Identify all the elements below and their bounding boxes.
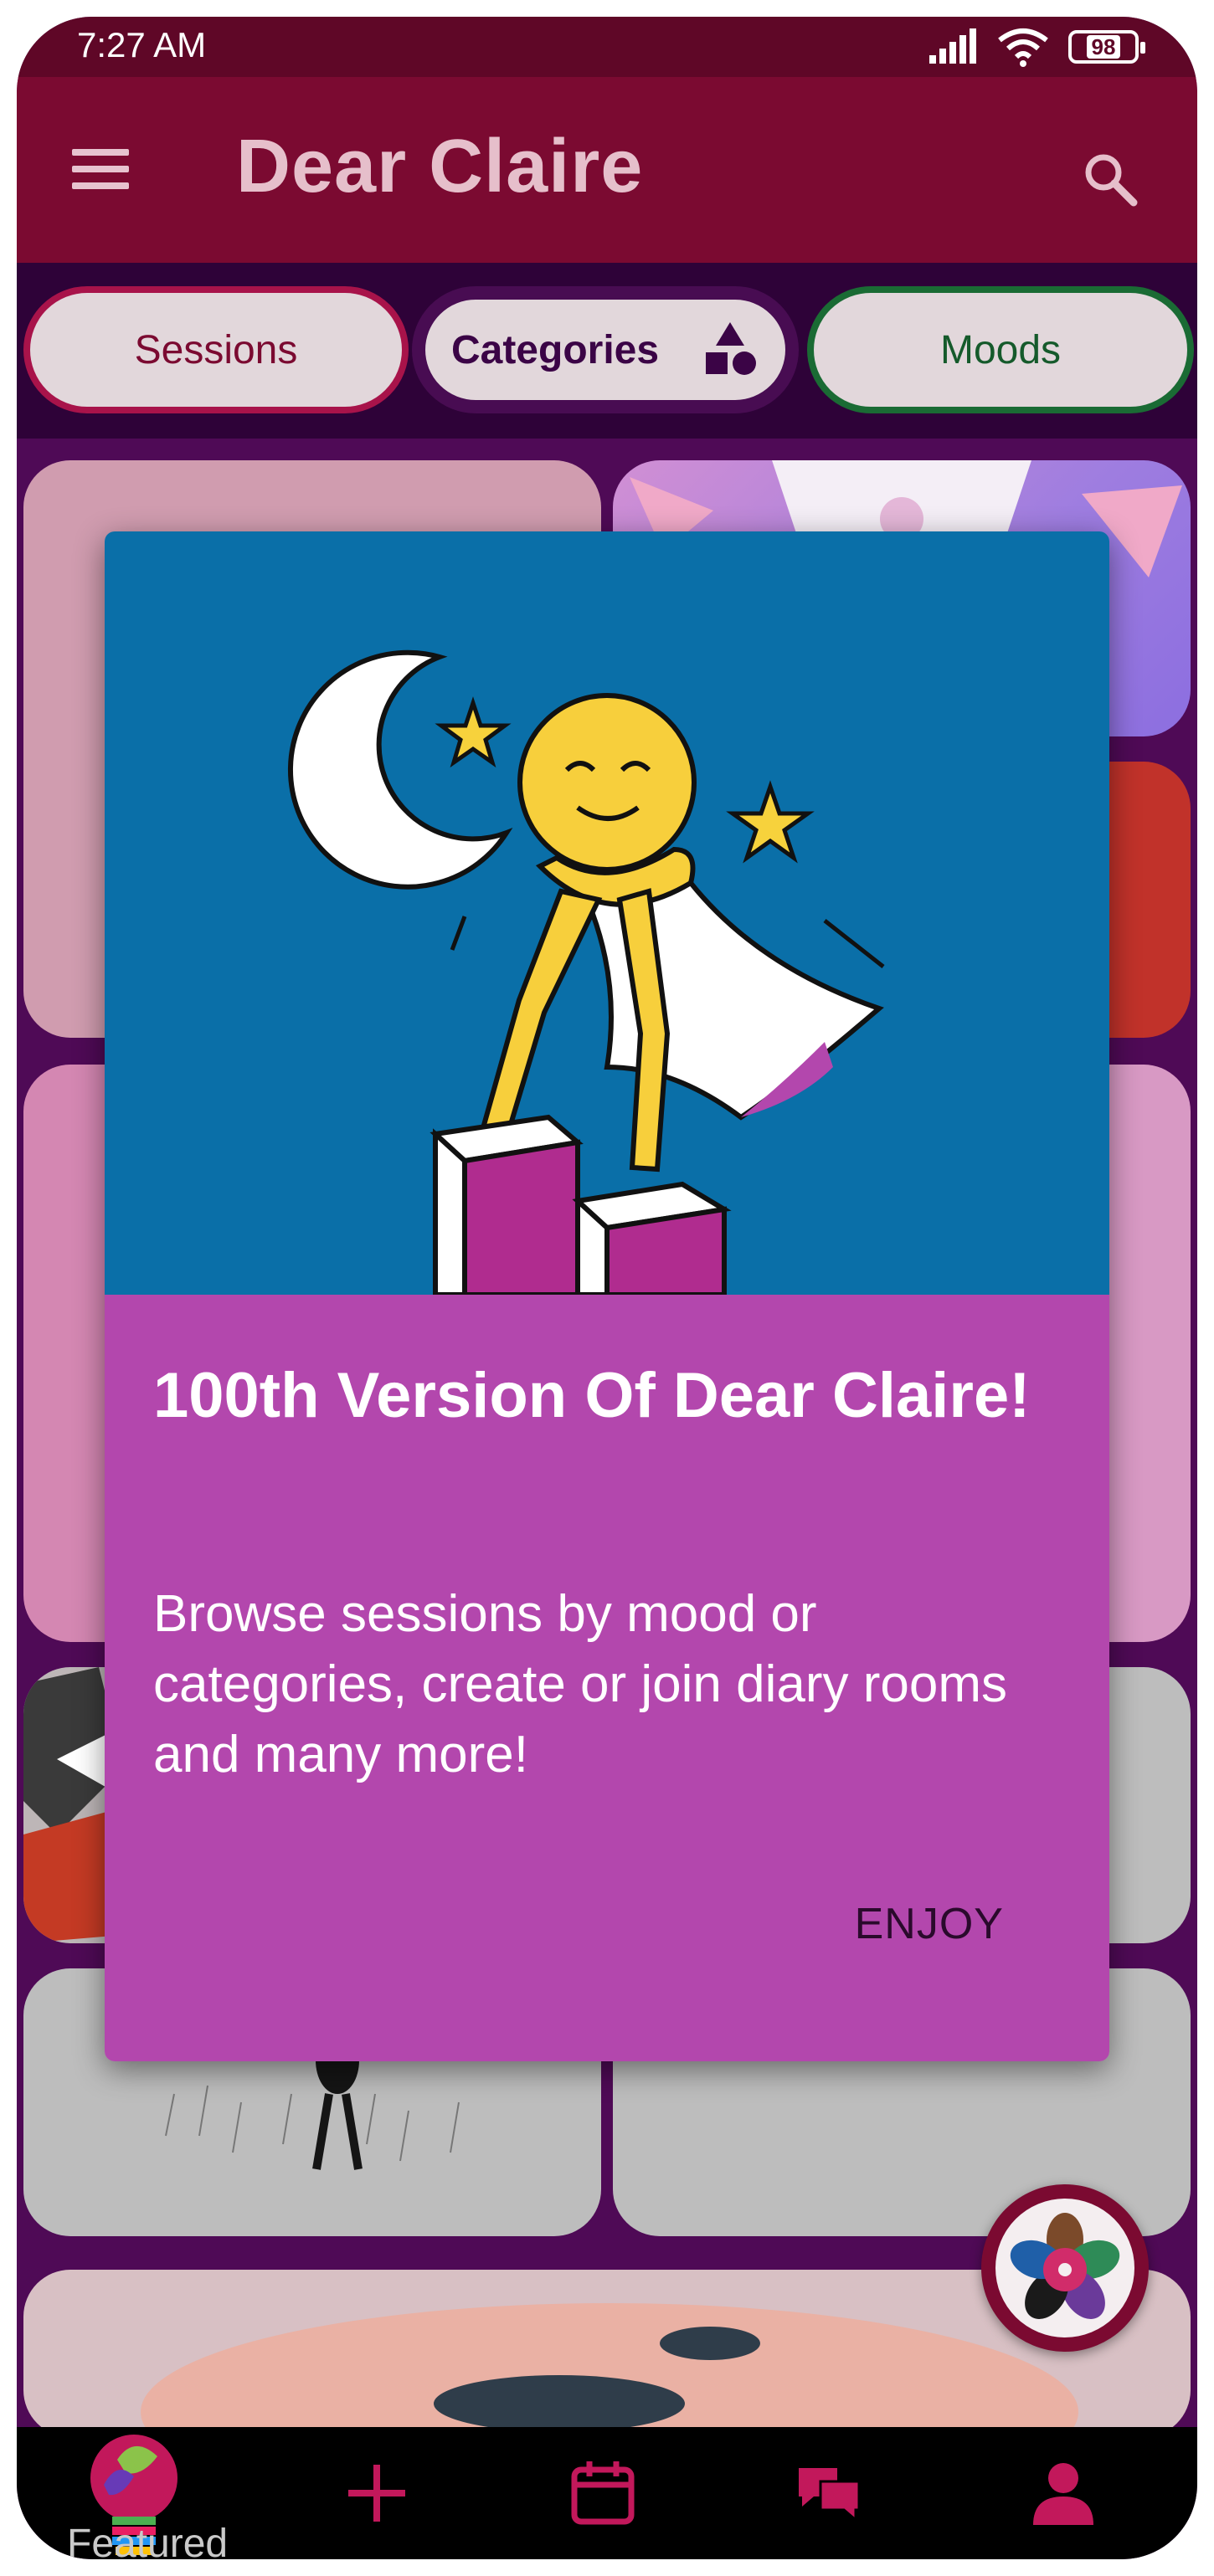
moods-chip-label: Moods [939,327,1062,372]
app-title: Dear Claire [236,125,644,208]
status-time: 7:27 AM [77,25,207,64]
battery-icon: 98 [1068,30,1145,64]
status-bar: 7:27 AM 98 [17,17,1197,77]
sessions-chip[interactable]: Sessions [23,286,409,413]
sessions-chip-label: Sessions [134,327,298,372]
superhero-illustration [287,649,885,1297]
categories-chip[interactable]: Categories [412,286,799,413]
calendar-icon [571,2461,635,2525]
wifi-icon [998,28,1048,67]
dialog-message: Browse sessions by mood or categories, c… [153,1585,1008,1783]
nav-featured[interactable]: Featured [33,2427,234,2559]
plus-icon [348,2465,405,2522]
enjoy-button[interactable]: ENJOY [855,1899,1004,1949]
status-icons: 98 [928,25,1145,69]
flower-icon [1010,2213,1120,2319]
flower-fab[interactable] [981,2184,1149,2352]
nav-featured-label: Featured [67,2522,229,2559]
dialog-body: 100th Version Of Dear Claire! Browse ses… [105,1295,1109,2061]
nav-profile[interactable] [988,2427,1139,2559]
signal-icon [929,28,976,64]
profile-icon [1033,2463,1093,2525]
fab-inner [995,2199,1134,2337]
filter-chips: Sessions Categories Moods [17,263,1197,439]
nav-chat[interactable] [754,2427,904,2559]
chat-icon [799,2468,861,2523]
nav-calendar[interactable] [527,2427,678,2559]
battery-level: 98 [1086,35,1121,59]
bottom-navigation: Featured [17,2427,1197,2559]
dialog-title: 100th Version Of Dear Claire! [153,1360,1031,1431]
dialog-illustration [105,531,1109,1297]
announcement-dialog: 100th Version Of Dear Claire! Browse ses… [105,531,1109,2061]
phone-screen: 7:27 AM 98 Dear Claire Sessions Categori… [17,17,1197,2559]
search-icon[interactable] [1080,149,1140,209]
nav-add[interactable] [301,2427,452,2559]
app-bar: Dear Claire [17,77,1197,263]
shapes-icon [706,322,757,375]
moods-chip[interactable]: Moods [807,286,1194,413]
menu-icon[interactable] [67,144,134,194]
categories-chip-label: Categories [450,327,660,372]
